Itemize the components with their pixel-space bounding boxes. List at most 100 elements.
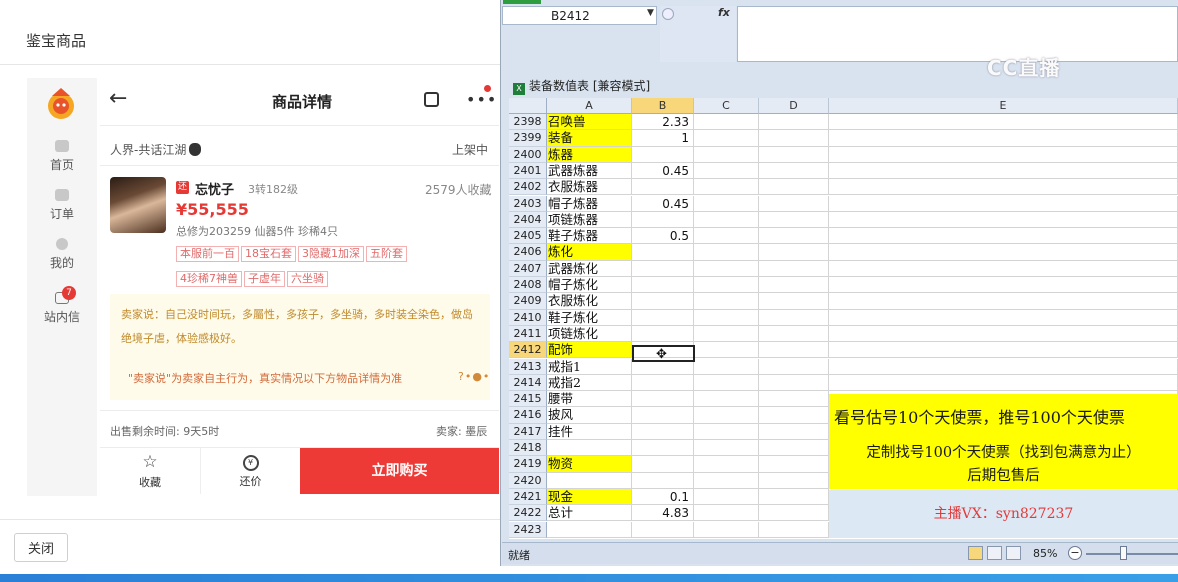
cell-e[interactable] — [829, 277, 1178, 294]
row-header[interactable]: 2406 — [509, 244, 547, 261]
favorite-button[interactable]: ☆ 收藏 — [100, 448, 200, 494]
cell-c[interactable] — [694, 505, 759, 522]
cell-c[interactable] — [694, 277, 759, 294]
cell-c[interactable] — [694, 130, 759, 147]
cell-d[interactable] — [759, 342, 829, 359]
row-header[interactable]: 2398 — [509, 114, 547, 131]
haggle-button[interactable]: ¥ 还价 — [200, 448, 300, 494]
cell-a[interactable]: 帽子炼器 — [547, 195, 632, 212]
cell-b[interactable] — [632, 277, 694, 294]
cell-c[interactable] — [694, 309, 759, 326]
page-layout-view-icon[interactable] — [987, 546, 1002, 560]
cell-d[interactable] — [759, 293, 829, 310]
cell-a[interactable]: 戒指2 — [547, 374, 632, 392]
cell-b[interactable]: 0.45 — [632, 162, 694, 180]
cell-d[interactable] — [759, 146, 829, 163]
cell-e[interactable] — [829, 146, 1178, 163]
cell-a[interactable] — [547, 472, 632, 489]
cell-d[interactable] — [759, 260, 829, 277]
normal-view-icon[interactable] — [968, 546, 983, 560]
column-header-c[interactable]: C — [694, 98, 759, 114]
cell-d[interactable] — [759, 228, 829, 245]
cell-e[interactable] — [829, 374, 1178, 392]
cell-e[interactable] — [829, 130, 1178, 147]
cell-b[interactable] — [632, 440, 694, 457]
cell-c[interactable] — [694, 358, 759, 375]
cell-e[interactable] — [829, 342, 1178, 359]
nav-item-orders[interactable]: 订单 — [27, 189, 97, 222]
cell-d[interactable] — [759, 277, 829, 294]
cell-b[interactable] — [632, 391, 694, 408]
row-header[interactable]: 2423 — [509, 521, 547, 538]
cell-d[interactable] — [759, 195, 829, 212]
cell-a[interactable]: 现金 — [547, 488, 632, 506]
cell-a[interactable]: 武器炼器 — [547, 162, 632, 180]
cell-e[interactable] — [829, 293, 1178, 310]
cell-b[interactable] — [632, 456, 694, 473]
cell-d[interactable] — [759, 211, 829, 229]
cell-a[interactable] — [547, 440, 632, 457]
row-header[interactable]: 2418 — [509, 440, 547, 457]
cell-c[interactable] — [694, 472, 759, 489]
row-header[interactable]: 2409 — [509, 293, 547, 310]
page-break-view-icon[interactable] — [1006, 546, 1021, 560]
close-button[interactable]: 关闭 — [14, 533, 68, 562]
cell-c[interactable] — [694, 260, 759, 277]
cell-a[interactable]: 鞋子炼化 — [547, 309, 632, 326]
cell-e[interactable] — [829, 228, 1178, 245]
cell-c[interactable] — [694, 374, 759, 392]
cell-e[interactable] — [829, 325, 1178, 343]
character-avatar[interactable] — [110, 177, 166, 233]
cell-b[interactable]: 0.1 — [632, 488, 694, 506]
splitter-handle-icon[interactable] — [662, 8, 674, 20]
cell-d[interactable] — [759, 358, 829, 375]
name-box[interactable]: B2412 ▼ — [502, 6, 657, 25]
cell-a[interactable]: 召唤兽 — [547, 114, 632, 131]
cell-b[interactable] — [632, 407, 694, 424]
cell-a[interactable]: 项链炼化 — [547, 325, 632, 343]
row-header[interactable]: 2422 — [509, 505, 547, 522]
back-arrow-icon[interactable]: ← — [109, 88, 127, 110]
cell-c[interactable] — [694, 423, 759, 440]
row-header[interactable]: 2421 — [509, 488, 547, 506]
cell-a[interactable]: 物资 — [547, 456, 632, 473]
row-header[interactable]: 2419 — [509, 456, 547, 473]
zoom-slider-track[interactable] — [1086, 553, 1178, 555]
cell-a[interactable]: 炼化 — [547, 244, 632, 261]
row-header[interactable]: 2399 — [509, 130, 547, 147]
row-header[interactable]: 2410 — [509, 309, 547, 326]
cell-b[interactable] — [632, 325, 694, 343]
cell-d[interactable] — [759, 440, 829, 457]
cell-b[interactable] — [632, 521, 694, 538]
share-icon[interactable] — [424, 92, 439, 107]
cell-c[interactable] — [694, 521, 759, 538]
column-header-e[interactable]: E — [829, 98, 1178, 114]
cell-c[interactable] — [694, 293, 759, 310]
cell-a[interactable]: 配饰 — [547, 342, 632, 359]
cell-b[interactable] — [632, 211, 694, 229]
cell-c[interactable] — [694, 146, 759, 163]
cell-c[interactable] — [694, 211, 759, 229]
cell-c[interactable] — [694, 114, 759, 131]
cell-b[interactable] — [632, 374, 694, 392]
cell-c[interactable] — [694, 456, 759, 473]
row-header[interactable]: 2417 — [509, 423, 547, 440]
cell-b[interactable] — [632, 472, 694, 489]
row-header[interactable]: 2402 — [509, 179, 547, 196]
cell-e[interactable] — [829, 162, 1178, 180]
row-header[interactable]: 2404 — [509, 211, 547, 229]
cell-b[interactable]: 0.5 — [632, 228, 694, 245]
cell-c[interactable] — [694, 179, 759, 196]
row-header[interactable]: 2407 — [509, 260, 547, 277]
row-header[interactable]: 2414 — [509, 374, 547, 392]
cell-b[interactable] — [632, 423, 694, 440]
cell-d[interactable] — [759, 179, 829, 196]
nav-item-mine[interactable]: 我的 — [27, 238, 97, 271]
cell-c[interactable] — [694, 162, 759, 180]
cell-c[interactable] — [694, 407, 759, 424]
cell-a[interactable]: 炼器 — [547, 146, 632, 163]
cell-e[interactable] — [829, 358, 1178, 375]
row-header[interactable]: 2400 — [509, 146, 547, 163]
cell-d[interactable] — [759, 309, 829, 326]
cell-c[interactable] — [694, 488, 759, 506]
